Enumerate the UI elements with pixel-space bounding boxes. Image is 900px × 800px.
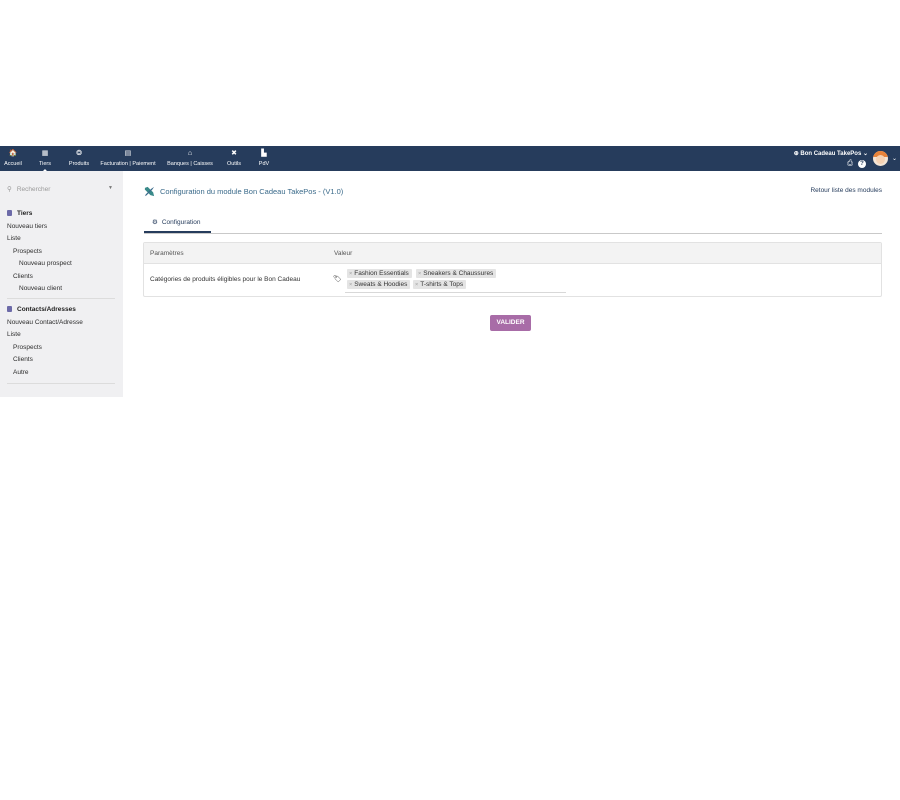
chip-label: Sweats & Hoodies [354,281,408,288]
nav-item-label: Produits [68,161,90,167]
setting-label: Catégories de produits éligibles pour le… [150,276,301,283]
cube-icon: ❂ [76,150,82,157]
tag-icon: 🏷 [333,276,342,283]
validate-button[interactable]: VALIDER [490,315,531,331]
chip-label: Fashion Essentials [354,270,409,277]
company-menu[interactable]: ⊕ Bon Cadeau TakePos ⌄ [794,150,868,157]
remove-chip-icon[interactable]: × [415,282,418,288]
building-icon: ▦ [41,150,49,157]
nav-item-label: Banques | Caisses [167,161,213,167]
nav-item-label: Tiers [38,161,52,167]
chevron-down-icon: ⌄ [862,151,868,157]
sidebar-item-liste[interactable]: Liste [7,331,21,338]
tools-icon [144,186,155,197]
sidebar-section-contacts-icon [7,306,12,312]
gear-icon: ⚙ [152,219,158,226]
sidebar-section-tiers[interactable]: Tiers [7,210,32,217]
nav-item-outils[interactable]: ✖ Outils [227,150,241,168]
search-placeholder: Rechercher [16,186,51,193]
settings-table: Paramètres Valeur Catégories de produits… [143,242,882,297]
sidebar-item-nouveau-prospect[interactable]: Nouveau prospect [19,260,72,267]
sidebar-item-prospects[interactable]: Prospects [13,248,42,255]
sidebar-section-contacts[interactable]: Contacts/Adresses [7,306,76,313]
nav-item-label: Accueil [4,161,22,167]
tab-configuration[interactable]: ⚙ Configuration [144,214,211,233]
table-header: Paramètres Valeur [144,243,881,264]
nav-item-tiers[interactable]: ▦ Tiers [38,150,52,172]
sidebar-item-clients[interactable]: Clients [13,356,33,363]
nav-item-banques-caisses[interactable]: ⌂ Banques | Caisses [167,150,213,168]
tabs-divider [144,233,882,234]
home-icon: 🏠 [8,150,18,157]
sidebar-item-nouveau-tiers[interactable]: Nouveau tiers [7,223,47,230]
nav-item-label: PdV [258,161,270,167]
tab-label: Configuration [161,219,201,226]
chip-label: T-shirts & Tops [420,281,464,288]
sidebar-item-prospects[interactable]: Prospects [13,344,42,351]
left-sidebar: ⚲ Rechercher ▼ Tiers Nouveau tiers Liste Pr… [0,171,123,397]
search-input[interactable]: ⚲ Rechercher ▼ [7,185,115,195]
chip-label: Sneakers & Chaussures [423,270,494,277]
top-navbar: 🏠 Accueil ▦ Tiers ❂ Produits ▤ Facturation | Pa… [0,146,900,172]
sidebar-item-autre[interactable]: Autre [13,369,29,376]
sidebar-item-clients[interactable]: Clients [13,273,33,280]
help-icon[interactable]: ? [858,160,866,168]
print-icon[interactable]: ⎙ [846,160,854,168]
category-chip: × T-shirts & Tops [413,280,467,289]
tools-icon: ✖ [231,150,237,157]
nav-item-accueil[interactable]: 🏠 Accueil [4,150,22,168]
nav-item-label: Facturation | Paiement [100,161,156,167]
nav-item-pdv[interactable]: ▙ PdV [259,150,269,168]
column-header-value: Valeur [334,250,353,257]
sidebar-divider [7,298,115,299]
remove-chip-icon[interactable]: × [349,271,352,277]
sidebar-item-liste[interactable]: Liste [7,235,21,242]
back-to-modules-link[interactable]: Retour liste des modules [810,187,882,194]
dropdown-caret-icon[interactable]: ▼ [108,185,113,191]
category-chip: × Fashion Essentials [347,269,412,278]
sidebar-section-tiers-icon [7,210,12,216]
file-icon: ▤ [124,150,132,157]
sidebar-item-nouveau-client[interactable]: Nouveau client [19,285,62,292]
bank-icon: ⌂ [187,150,193,157]
column-header-params: Paramètres [150,250,184,257]
chevron-down-icon[interactable]: ⌄ [892,155,897,162]
sidebar-divider [7,383,115,384]
company-name: Bon Cadeau TakePos [800,151,862,157]
sidebar-item-nouveau-contact-adresse[interactable]: Nouveau Contact/Adresse [7,319,83,326]
nav-item-produits[interactable]: ❂ Produits [69,150,89,168]
globe-icon: ⊕ [793,151,799,157]
cash-register-icon: ▙ [261,150,267,157]
remove-chip-icon[interactable]: × [349,282,352,288]
search-icon: ⚲ [7,186,12,193]
category-chip: × Sneakers & Chaussures [416,269,497,278]
nav-item-facturation-paiement[interactable]: ▤ Facturation | Paiement [100,150,155,168]
nav-item-label: Outils [226,161,242,167]
category-chip: × Sweats & Hoodies [347,280,411,289]
page-title: Configuration du module Bon Cadeau TakeP… [160,187,344,196]
remove-chip-icon[interactable]: × [418,271,421,277]
user-avatar[interactable] [873,151,888,166]
categories-multiselect[interactable]: × Fashion Essentials × Sneakers & Chaussure… [345,269,566,293]
